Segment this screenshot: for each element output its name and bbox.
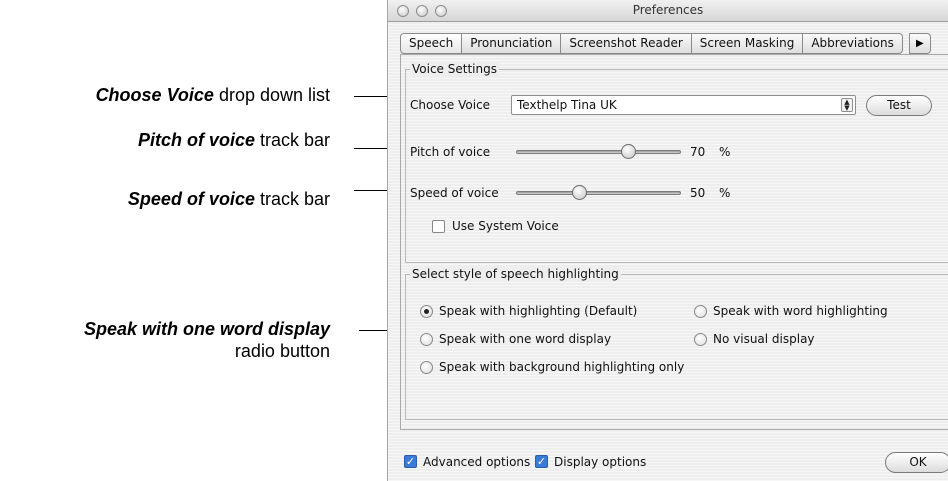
annotation-choose-voice: Choose Voice drop down list xyxy=(95,85,330,105)
radio-no-visual-display[interactable] xyxy=(694,333,707,346)
pitch-slider-knob[interactable] xyxy=(621,144,636,159)
more-tabs-arrow-icon[interactable]: ▶ xyxy=(908,33,931,54)
pitch-unit: % xyxy=(719,145,731,159)
tab-bar: Speech Pronunciation Screenshot Reader S… xyxy=(400,33,931,54)
radio-word-highlighting[interactable] xyxy=(694,305,707,318)
annotation-speed: Speed of voice track bar xyxy=(127,189,330,209)
choose-voice-label: Choose Voice xyxy=(410,98,491,112)
voice-settings-legend: Voice Settings xyxy=(410,62,499,76)
display-options-label: Display options xyxy=(554,455,647,469)
highlighting-group: Select style of speech highlighting Spea… xyxy=(405,267,948,420)
choose-voice-value: Texthelp Tina UK xyxy=(517,98,617,112)
window-title: Preferences xyxy=(632,3,704,17)
tab-abbreviations[interactable]: Abbreviations xyxy=(803,33,903,54)
tab-screen-masking[interactable]: Screen Masking xyxy=(691,33,804,54)
tab-pronunciation[interactable]: Pronunciation xyxy=(462,33,562,54)
advanced-options-checkbox[interactable]: ✓ xyxy=(404,455,417,468)
radio-one-word-display[interactable] xyxy=(420,333,433,346)
pitch-label: Pitch of voice xyxy=(410,145,491,159)
speed-slider-knob[interactable] xyxy=(572,185,587,200)
radio-background-highlighting[interactable] xyxy=(420,361,433,374)
speech-pane: Voice Settings Choose Voice Texthelp Tin… xyxy=(400,54,948,430)
title-bar: Preferences xyxy=(388,0,948,22)
speed-track[interactable] xyxy=(516,191,681,195)
use-system-voice-label: Use System Voice xyxy=(452,219,559,233)
option-word-highlighting-label: Speak with word highlighting xyxy=(713,304,888,318)
speed-value: 50 xyxy=(690,186,706,200)
option-one-word-display-label: Speak with one word display xyxy=(439,332,612,346)
dropdown-arrows-icon: ▲ ▼ xyxy=(841,98,853,112)
annotation-one-word: Speak with one word display radio button xyxy=(83,319,330,361)
advanced-options-label: Advanced options xyxy=(423,455,531,469)
radio-highlighting-default[interactable] xyxy=(420,305,433,318)
tab-screenshot-reader[interactable]: Screenshot Reader xyxy=(561,33,692,54)
display-options-checkbox[interactable]: ✓ xyxy=(535,455,548,468)
option-no-visual-display-label: No visual display xyxy=(713,332,815,346)
pitch-track[interactable] xyxy=(516,150,681,154)
tab-speech[interactable]: Speech xyxy=(400,33,463,54)
ok-button[interactable]: OK xyxy=(885,452,948,473)
speed-unit: % xyxy=(719,186,731,200)
use-system-voice-checkbox[interactable] xyxy=(432,220,445,233)
choose-voice-dropdown[interactable]: Texthelp Tina UK ▲ ▼ xyxy=(511,95,856,115)
voice-settings-group: Voice Settings Choose Voice Texthelp Tin… xyxy=(405,62,948,263)
option-background-highlighting-label: Speak with background highlighting only xyxy=(439,360,685,374)
preferences-window: Preferences Speech Pronunciation Screens… xyxy=(387,0,948,481)
speed-label: Speed of voice xyxy=(410,186,499,200)
test-button[interactable]: Test xyxy=(866,95,932,116)
annotation-pitch: Pitch of voice track bar xyxy=(137,130,330,150)
option-highlighting-default-label: Speak with highlighting (Default) xyxy=(439,304,638,318)
highlighting-legend: Select style of speech highlighting xyxy=(410,267,621,281)
pitch-value: 70 xyxy=(690,145,706,159)
